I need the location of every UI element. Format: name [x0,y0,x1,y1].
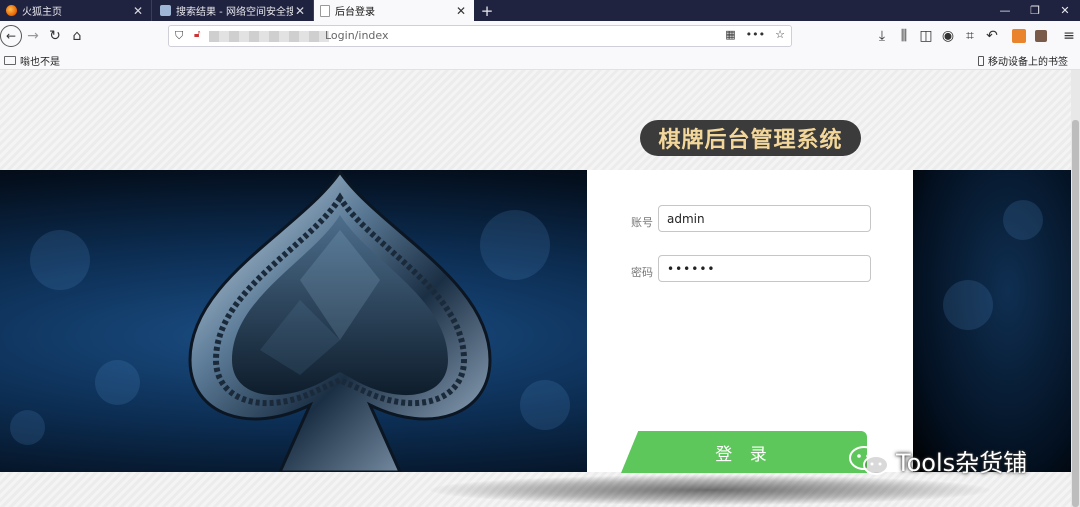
account-label: 账号 [631,216,653,229]
back-arrow-icon: ← [0,25,22,47]
insecure-lock-icon[interactable]: 🔓︎ [194,29,200,40]
banner-right-edge [913,170,1071,472]
burp-extension-icon[interactable] [1008,21,1030,51]
bookmark-folder[interactable]: 嗡也不是 [4,53,60,68]
address-bar[interactable]: ⛉ 🔓︎ Login/index ▦ ••• ☆ [168,25,792,47]
minimize-button[interactable]: — [988,0,1022,21]
redacted-host [209,31,329,42]
login-button[interactable]: 登 录 [621,431,867,473]
page-title: 棋牌后台管理系统 [640,120,861,156]
watermark-text: Tools杂货铺 [896,449,1028,477]
forward-button[interactable]: → [22,21,44,51]
search-page-icon [160,5,171,16]
panel-shadow [430,475,990,505]
spade-icon [188,170,492,472]
account-input[interactable] [658,205,871,232]
tab-label: 火狐主页 [22,7,62,18]
new-tab-button[interactable]: + [478,0,496,21]
firefox-icon [6,5,17,16]
tab-firefox-home[interactable]: 火狐主页 ✕ [0,0,152,21]
close-icon[interactable]: ✕ [293,4,307,18]
extension-icon[interactable] [1030,21,1052,51]
back-button[interactable]: ← [0,21,22,51]
close-icon[interactable]: ✕ [454,4,468,18]
screenshot-crop-icon[interactable]: ⌗ [959,21,981,51]
bookmark-star-icon[interactable]: ☆ [775,28,785,41]
shield-icon[interactable]: ⛉ [175,29,183,43]
page-icon [320,4,330,17]
bookmark-label: 移动设备上的书签 [988,57,1068,68]
login-form: 账号 密码 登 录 [587,170,913,473]
mobile-bookmarks[interactable]: 移动设备上的书签 [978,53,1068,68]
more-actions-icon[interactable]: ••• [746,28,765,41]
tab-label: 后台登录 [335,7,375,18]
tab-search-results[interactable]: 搜索结果 - 网络空间安全搜索引 ✕ [154,0,314,21]
close-icon[interactable]: ✕ [131,4,145,18]
account-icon[interactable]: ◉ [937,21,959,51]
watermark: Tools杂货铺 [848,443,1027,478]
password-label: 密码 [631,266,653,279]
qr-code-icon[interactable]: ▦ [725,28,735,41]
tab-label: 搜索结果 - 网络空间安全搜索引 [176,7,293,18]
sidebar-icon[interactable]: ◫ [915,21,937,51]
folder-icon [4,56,16,65]
password-input[interactable] [658,255,871,282]
restore-button[interactable]: ❐ [1018,0,1052,21]
bookmarks-toolbar: 嗡也不是 移动设备上的书签 [0,51,1080,70]
menu-icon[interactable]: ≡ [1058,21,1080,51]
reload-button[interactable]: ↻ [44,21,66,51]
scrollbar-thumb[interactable] [1072,120,1079,507]
page-content: 棋牌后台管理系统 账号 密码 登 录 [0,70,1071,507]
mobile-phone-icon [978,55,984,66]
library-icon[interactable]: ⫼ [893,21,915,51]
tab-admin-login[interactable]: 后台登录 ✕ [314,0,474,21]
url-path: Login/index [325,29,389,42]
home-button[interactable]: ⌂ [66,21,88,51]
undo-icon[interactable]: ↶ [981,21,1003,51]
wechat-icon [849,445,889,475]
navigation-toolbar: ← → ↻ ⌂ ⛉ 🔓︎ Login/index ▦ ••• ☆ ⤓ ⫼ ◫ ◉… [0,21,1080,51]
bookmark-label: 嗡也不是 [20,57,60,68]
download-icon[interactable]: ⤓ [871,21,893,51]
window-close-button[interactable]: ✕ [1048,0,1080,21]
